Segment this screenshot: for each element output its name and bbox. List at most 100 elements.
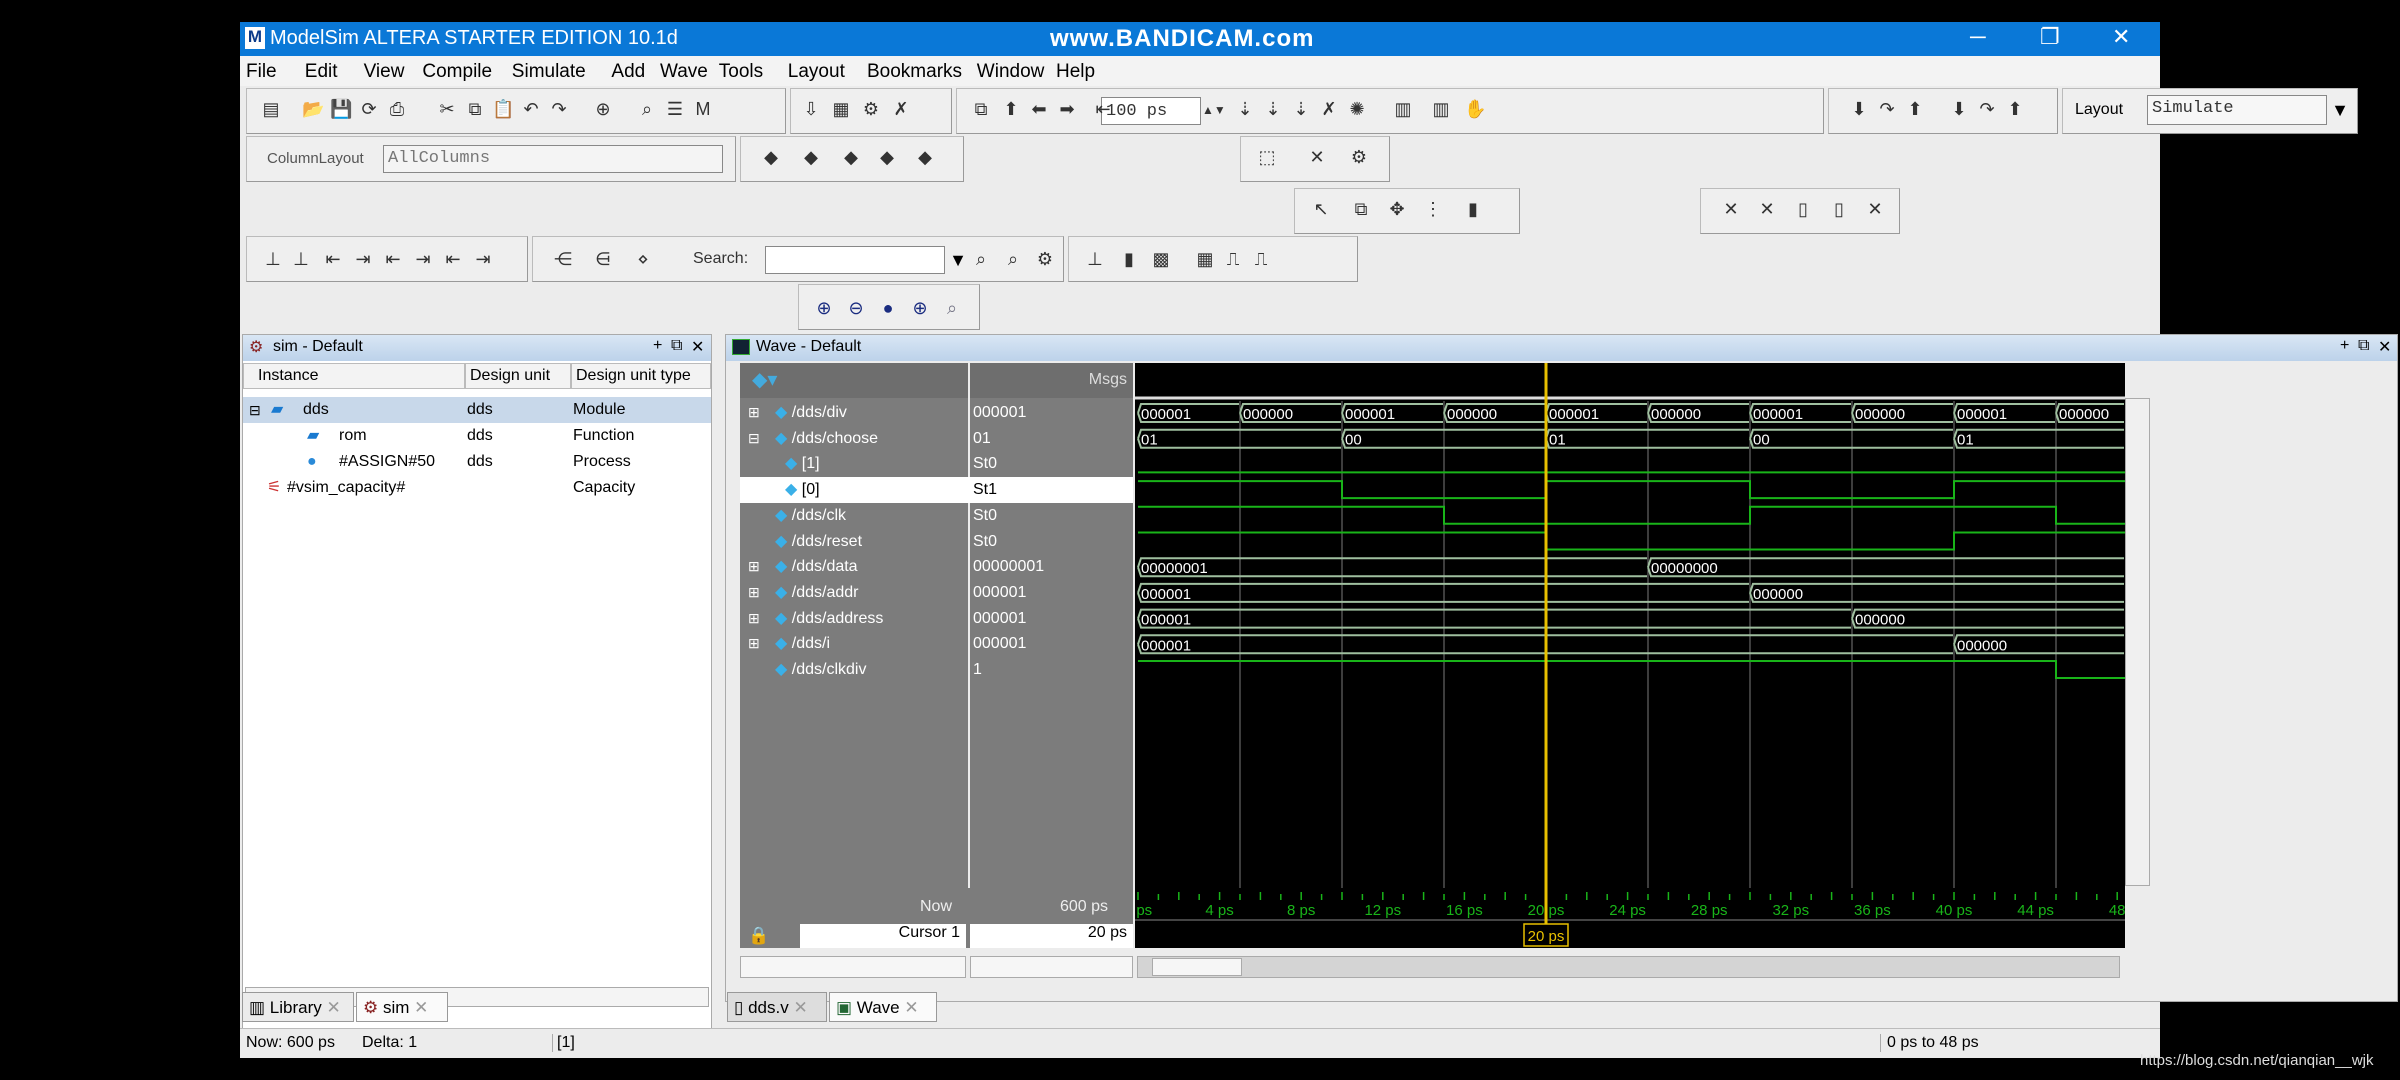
- menu-tools[interactable]: Tools: [719, 61, 763, 83]
- new-file-icon[interactable]: ▤: [260, 98, 282, 120]
- run-icon[interactable]: ⇣: [1234, 98, 1256, 120]
- next-transition-icon[interactable]: ⇥: [352, 248, 374, 270]
- minimize-button[interactable]: ─: [1970, 24, 1986, 50]
- add-wave-icon[interactable]: ◆: [760, 146, 782, 168]
- break-sim-icon[interactable]: ✗: [1318, 98, 1340, 120]
- compare-clear-icon[interactable]: ✕: [1864, 198, 1886, 220]
- menu-file[interactable]: File: [246, 61, 277, 83]
- step-into-icon[interactable]: ⬇: [1848, 98, 1870, 120]
- menu-simulate[interactable]: Simulate: [512, 61, 586, 83]
- scrollbar-thumb[interactable]: [1152, 958, 1242, 976]
- undo-icon[interactable]: ↶: [520, 98, 542, 120]
- wave-bar-icon[interactable]: ▮: [1118, 248, 1140, 270]
- menu-wave[interactable]: Wave: [660, 61, 708, 83]
- modelsim-icon[interactable]: M: [692, 98, 714, 120]
- simulate-icon[interactable]: ⚙: [860, 98, 882, 120]
- column-header-design-unit-type[interactable]: Design unit type: [571, 363, 711, 389]
- delete-cursor-icon[interactable]: ⊥: [290, 248, 312, 270]
- names-horizontal-scrollbar[interactable]: [740, 956, 966, 978]
- maximize-icon[interactable]: +: [653, 337, 662, 355]
- step-out-all-icon[interactable]: ⬆: [2004, 98, 2026, 120]
- column-header-design-unit[interactable]: Design unit: [465, 363, 571, 389]
- zoom-mode-icon[interactable]: ⧉: [1350, 198, 1372, 220]
- collapse-icon[interactable]: ⋳: [592, 248, 614, 270]
- close-icon[interactable]: ✕: [2378, 337, 2391, 357]
- add-signal-icon[interactable]: ◆▾: [752, 367, 777, 392]
- signal-name[interactable]: ◆ [0]: [785, 477, 820, 503]
- cut-icon[interactable]: ✂: [436, 98, 458, 120]
- signal-name[interactable]: ◆ /dds/address: [775, 606, 883, 632]
- close-button[interactable]: ✕: [2112, 24, 2130, 50]
- add-list-icon[interactable]: ◆: [800, 146, 822, 168]
- zoom-range-icon[interactable]: ⌕: [941, 297, 963, 319]
- lock-icon[interactable]: 🔒: [748, 926, 769, 946]
- restart-icon[interactable]: ⇤: [1092, 98, 1114, 120]
- copy-icon[interactable]: ⧉: [464, 98, 486, 120]
- signal-name[interactable]: ◆ /dds/data: [775, 554, 858, 580]
- compile-all-icon[interactable]: ▦: [830, 98, 852, 120]
- signal-name[interactable]: ◆ /dds/addr: [775, 580, 858, 606]
- open-folder-icon[interactable]: 📂: [302, 98, 324, 120]
- tab-dds-v[interactable]: ▯ dds.v ✕: [727, 992, 827, 1022]
- hand-icon[interactable]: ✋: [1464, 98, 1486, 120]
- next-rising-icon[interactable]: ⇥: [472, 248, 494, 270]
- column-header-instance[interactable]: Instance: [243, 363, 465, 389]
- run-all-icon[interactable]: ⇣: [1290, 98, 1312, 120]
- signal-name[interactable]: ◆ /dds/i: [775, 631, 830, 657]
- maximize-icon[interactable]: +: [2340, 337, 2349, 355]
- back-icon[interactable]: ⬅: [1028, 98, 1050, 120]
- performance-icon[interactable]: ▥: [1392, 98, 1414, 120]
- bookmark-icon[interactable]: ⚙: [1348, 146, 1370, 168]
- tab-wave[interactable]: ▣ Wave ✕: [829, 992, 937, 1022]
- collapse-icon[interactable]: ⊟: [748, 430, 760, 447]
- add-dataflow-icon[interactable]: ◆: [876, 146, 898, 168]
- menu-view[interactable]: View: [364, 61, 405, 83]
- expand-icon[interactable]: ⊞: [748, 635, 760, 652]
- expand-icon[interactable]: ⋲: [552, 248, 574, 270]
- menu-layout[interactable]: Layout: [788, 61, 845, 83]
- signal-name[interactable]: ◆ /dds/choose: [775, 426, 878, 452]
- compile-icon[interactable]: ⇩: [800, 98, 822, 120]
- tree-icon[interactable]: ☰: [664, 98, 686, 120]
- instance-row[interactable]: ● #ASSIGN#50 dds Process: [243, 449, 711, 475]
- values-horizontal-scrollbar[interactable]: [970, 956, 1133, 978]
- settings-icon[interactable]: ⚙: [1034, 248, 1056, 270]
- prev-rising-icon[interactable]: ⇤: [442, 248, 464, 270]
- find-icon[interactable]: ⌕: [636, 98, 658, 120]
- cursor-name-field[interactable]: Cursor 1: [800, 924, 966, 948]
- waveform-pane[interactable]: 000001 000000 000001 000000 000001 000000 0000…: [1135, 363, 2125, 888]
- prev-falling-icon[interactable]: ⇤: [382, 248, 404, 270]
- menu-bookmarks[interactable]: Bookmarks: [867, 61, 962, 83]
- menu-edit[interactable]: Edit: [305, 61, 338, 83]
- add-log-icon[interactable]: ◆: [840, 146, 862, 168]
- menu-add[interactable]: Add: [611, 61, 645, 83]
- signal-name[interactable]: ◆ /dds/clk: [775, 503, 846, 529]
- break-icon[interactable]: ✗: [890, 98, 912, 120]
- forward-icon[interactable]: ➡: [1056, 98, 1078, 120]
- step-out-icon[interactable]: ⬆: [1904, 98, 1926, 120]
- pointer-icon[interactable]: ↖: [1310, 198, 1332, 220]
- save-icon[interactable]: 💾: [330, 98, 352, 120]
- stop-light-icon[interactable]: ▮: [1462, 198, 1484, 220]
- add-memory-icon[interactable]: ◆: [914, 146, 936, 168]
- insert-cursor-icon[interactable]: ⊥: [262, 248, 284, 270]
- search-input[interactable]: [765, 246, 945, 274]
- zoom-cursor-icon[interactable]: ⊕: [909, 297, 931, 319]
- signal-name[interactable]: ◆ /dds/reset: [775, 529, 862, 555]
- find-prev-icon[interactable]: ⌕: [1002, 248, 1024, 270]
- expand-icon[interactable]: ⊞: [748, 558, 760, 575]
- expand-icon[interactable]: ⊞: [748, 584, 760, 601]
- zoom-full-icon[interactable]: ●: [877, 297, 899, 319]
- restore-button[interactable]: ❐: [2040, 24, 2060, 50]
- add-icon[interactable]: ⊕: [592, 98, 614, 120]
- wave-horizontal-scrollbar[interactable]: [1137, 956, 2120, 978]
- select-icon[interactable]: ⬚: [1256, 146, 1278, 168]
- compare-doc-icon[interactable]: ▯: [1792, 198, 1814, 220]
- run-length-spinner[interactable]: ▲▼: [1202, 99, 1226, 121]
- zoom-out-icon[interactable]: ⊖: [845, 297, 867, 319]
- expand-time-icon[interactable]: ⋄: [632, 248, 654, 270]
- wave-vertical-scrollbar[interactable]: [2125, 398, 2150, 886]
- signal-name[interactable]: ◆ [1]: [785, 451, 820, 477]
- signal-name[interactable]: ◆ /dds/clkdiv: [775, 657, 866, 683]
- zoom-in-icon[interactable]: ⊕: [813, 297, 835, 319]
